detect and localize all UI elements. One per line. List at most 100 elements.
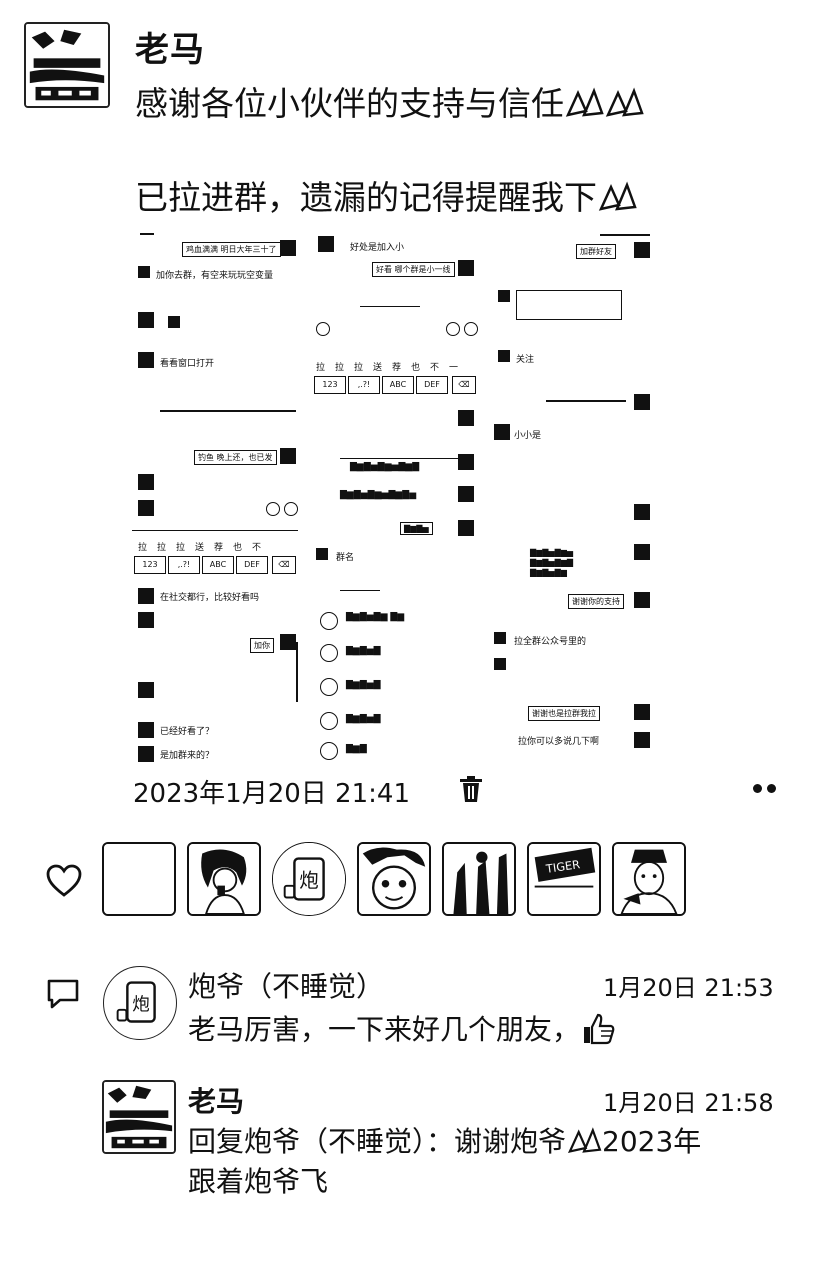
chat-message: 已经好看了？ [160,727,215,737]
chat-avatar [138,352,154,368]
comment-time: 1月20日 21:58 [603,1089,774,1117]
key-punct[interactable]: ,.?! [348,376,380,394]
comment-text-line2: 跟着炮爷飞 [188,1165,329,1198]
chat-bubble: 谢谢你的支持 [568,594,624,609]
key-abc[interactable]: ABC [382,376,414,394]
chat-avatar [634,504,650,520]
divider [546,400,626,402]
chat-avatar [494,658,506,670]
screenshot-3[interactable]: 加群好友 关注 小小是 ▇▆▇▅▇▆▅ ▇▆▇▅▇▆▇ ▇▆▇▅▇▆ 谢谢你的支持 … [490,228,660,768]
chat-avatar [138,612,154,628]
attached-screenshots[interactable]: 鸡血满满 明日大年三十了 加你去群，有空来玩玩空变量 看看窗口打开 钓鱼 晚上还… [130,228,660,768]
chat-message: ▇▆▇▅▇▆▅ ▇▆▇▅▇▆▇ ▇▆▇▅▇▆ [530,548,574,577]
key-delete[interactable]: ⌫ [452,376,476,394]
list-item-label[interactable]: ▇▆▇ [346,744,367,754]
emoji-icon[interactable] [446,322,460,336]
chat-message: 看看窗口打开 [160,359,215,369]
list-item-label[interactable]: ▇▆▇▅▇▆ ▇▆ [346,612,404,622]
keyboard-divider [132,530,298,531]
list-item-label[interactable]: ▇▆▇▅▇ [346,680,381,690]
chat-avatar [494,632,506,644]
chat-avatar [634,592,650,608]
divider [140,233,154,235]
list-item-icon[interactable] [320,742,338,760]
chat-avatar [138,682,154,698]
chat-avatar [458,454,474,470]
chat-avatar [316,548,328,560]
keyboard-candidates: 拉拉拉送荐也不一 [316,363,469,373]
trash-icon[interactable] [458,775,484,803]
chat-message: 关注 [516,355,535,365]
commenter-avatar[interactable] [102,1080,176,1154]
list-item-icon[interactable] [320,678,338,696]
chat-message: 群名 [336,553,355,563]
liker-avatar[interactable] [187,842,261,916]
divider [340,590,380,591]
chat-message: 在社交都行，比较好看吗 [160,593,260,603]
key-punct[interactable]: ,.?! [168,556,200,574]
comment-text: 老马厉害，一下来好几个朋友， [188,1010,616,1050]
chat-avatar [318,236,334,252]
key-123[interactable]: 123 [314,376,346,394]
voice-icon[interactable] [316,322,330,336]
chat-avatar [634,704,650,720]
chat-avatar [138,312,154,328]
screenshot-1[interactable]: 鸡血满满 明日大年三十了 加你去群，有空来玩玩空变量 看看窗口打开 钓鱼 晚上还… [130,228,300,768]
liker-avatar[interactable] [612,842,686,916]
post-author-name[interactable]: 老马 [135,22,205,71]
divider [160,410,296,412]
more-options-button[interactable] [750,780,782,796]
key-def[interactable]: DEF [416,376,448,394]
post-timestamp: 2023年1月20日 21:41 [133,779,410,809]
list-item-icon[interactable] [320,644,338,662]
heart-icon [46,864,82,897]
key-def[interactable]: DEF [236,556,268,574]
chat-bubble: 加你 [250,638,274,653]
chat-avatar [280,448,296,464]
comment-text-content: 老马厉害，一下来好几个朋友， [188,1013,581,1046]
chat-message: 拉你可以多说几下啊 [518,737,600,747]
screenshot-2[interactable]: 好处是加入小 好看 哪个群是小一线 拉拉拉送荐也不一 123 ,.?! ABC … [310,228,480,768]
comment-author[interactable]: 老马 [188,1080,244,1120]
chat-bubble: 钓鱼 晚上还，也已发 [194,450,277,465]
liker-avatar[interactable]: TIGER [527,842,601,916]
divider [340,458,470,459]
liker-avatar[interactable] [357,842,431,916]
divider [600,234,650,236]
post-text-line2-content: 已拉进群，遗漏的记得提醒我下 [135,178,597,217]
emoji-icon[interactable] [266,502,280,516]
chat-avatar [138,266,150,278]
chat-avatar [458,520,474,536]
dot-icon [753,784,762,793]
liker-avatar[interactable]: 炮 [272,842,346,916]
minus-icon[interactable] [464,322,478,336]
list-item-icon[interactable] [320,712,338,730]
chat-avatar [138,500,154,516]
list-item-label[interactable]: ▇▆▇▅▇ [346,646,381,656]
list-item-icon[interactable] [320,612,338,630]
post-text-line1-content: 感谢各位小伙伴的支持与信任 [135,84,564,123]
key-delete[interactable]: ⌫ [272,556,296,574]
minus-icon[interactable] [284,502,298,516]
commenter-avatar[interactable]: 炮 [103,966,177,1040]
post-text-line2: 已拉进群，遗漏的记得提醒我下 [135,176,637,220]
comment-author[interactable]: 炮爷（不睡觉） [188,965,384,1005]
divider [360,306,420,307]
list-item-label[interactable]: ▇▆▇▅▇ [346,714,381,724]
chat-message: 小小是 [514,431,542,441]
chat-avatar [280,240,296,256]
chat-message: 拉全群公众号里的 [514,637,587,647]
praying-hands-icon [598,181,637,211]
chat-bubble: 好看 哪个群是小一线 [372,262,455,277]
liker-avatar[interactable] [442,842,516,916]
liker-avatar[interactable] [102,842,176,916]
key-abc[interactable]: ABC [202,556,234,574]
poster-avatar[interactable] [24,22,110,108]
chat-message: ▇▆▇▅▇▆▅▇▆▇ [350,462,420,472]
comment-text-line1: 回复炮爷（不睡觉）：谢谢炮爷 2023年 [188,1122,701,1162]
chat-avatar [458,486,474,502]
chat-bubble: 鸡血满满 明日大年三十了 [182,242,281,257]
chat-avatar [634,732,650,748]
key-123[interactable]: 123 [134,556,166,574]
chat-bubble: 谢谢也是拉群我拉 [528,706,600,721]
